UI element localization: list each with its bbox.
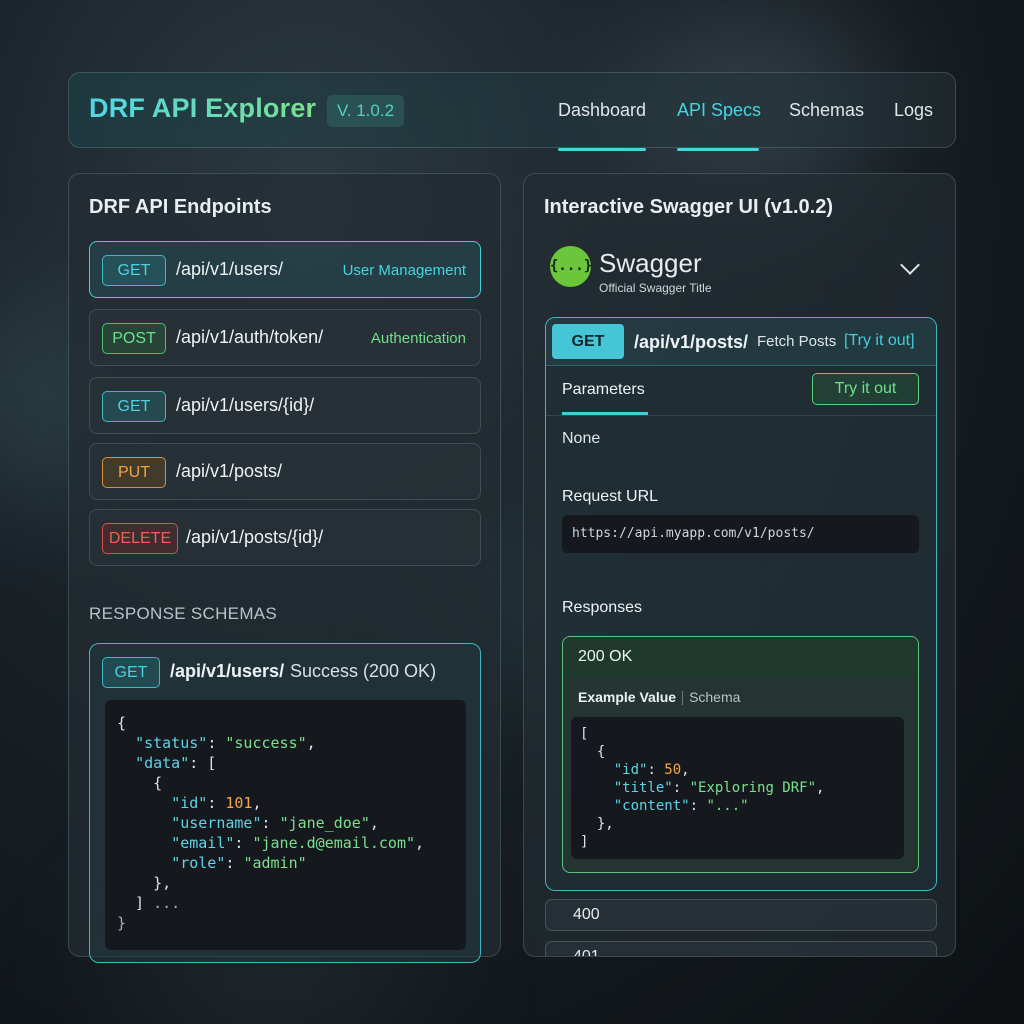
method-badge-get: GET: [552, 324, 624, 359]
tab-parameters[interactable]: Parameters: [562, 381, 645, 399]
responses-label: Responses: [562, 599, 643, 616]
endpoint-post-auth-token[interactable]: POST /api/v1/auth/token/ Authentication: [89, 309, 481, 366]
try-it-out-link[interactable]: [Try it out]: [844, 332, 915, 350]
response-200-header[interactable]: 200 OK: [563, 637, 918, 677]
schema-path: /api/v1/users/: [170, 661, 285, 681]
nav-tab-dashboard[interactable]: Dashboard: [558, 73, 647, 151]
tab-separator: [682, 691, 684, 706]
panel-title: Interactive Swagger UI (v1.0.2): [544, 196, 834, 218]
endpoint-tag: Authentication: [370, 330, 466, 347]
operation-header[interactable]: GET /api/v1/posts/ Fetch Posts [Try it o…: [546, 318, 936, 366]
operation-block: GET /api/v1/posts/ Fetch Posts [Try it o…: [545, 317, 937, 891]
response-401-row[interactable]: 401: [545, 941, 937, 957]
example-tabs: Example Value Schema: [578, 689, 740, 706]
endpoint-get-user-by-id[interactable]: GET /api/v1/users/{id}/: [89, 377, 481, 434]
try-it-out-button[interactable]: Try it out: [812, 373, 919, 405]
swagger-subtitle: Official Swagger Title: [599, 281, 712, 295]
endpoints-panel: DRF API Endpoints GET /api/v1/users/ Use…: [68, 173, 501, 963]
panel-title: DRF API Endpoints: [89, 196, 272, 218]
nav-tab-label: Schemas: [789, 100, 865, 120]
response-400-row[interactable]: 400: [545, 899, 937, 931]
swagger-name: Swagger: [599, 248, 702, 278]
response-schema-card[interactable]: GET /api/v1/users/ Success (200 OK) { "s…: [89, 643, 481, 963]
app-title: DRF API Explorer: [89, 93, 317, 123]
request-url-label: Request URL: [562, 488, 659, 505]
method-badge-delete: DELETE: [102, 523, 178, 554]
endpoint-get-users[interactable]: GET /api/v1/users/ User Management: [89, 241, 481, 298]
section-label-response-schemas: RESPONSE SCHEMAS: [89, 604, 278, 623]
tab-schema[interactable]: Schema: [689, 689, 740, 705]
version-badge: V. 1.0.2: [327, 95, 405, 127]
divider: [546, 415, 936, 416]
method-badge-put: PUT: [102, 457, 166, 488]
chevron-down-icon[interactable]: [900, 255, 920, 275]
response-code: 401: [573, 948, 600, 957]
nav-tab-label: Dashboard: [558, 100, 647, 120]
method-badge-get: GET: [102, 255, 166, 286]
swagger-logo-icon: {...}: [550, 246, 592, 287]
tab-example-value[interactable]: Example Value: [578, 689, 676, 705]
nav-tab-schemas[interactable]: Schemas: [789, 73, 865, 149]
schema-code-block: { "status": "success", "data": [ { "id":…: [105, 700, 466, 950]
endpoint-path: /api/v1/auth/token/: [176, 327, 324, 347]
endpoint-path: /api/v1/posts/{id}/: [186, 527, 324, 547]
response-200-card: 200 OK Example Value Schema [ { "id": 50,…: [562, 636, 919, 873]
endpoint-tag: User Management: [342, 262, 466, 279]
method-badge-get: GET: [102, 391, 166, 422]
nav-underline: [558, 148, 646, 151]
endpoint-delete-post[interactable]: DELETE /api/v1/posts/{id}/: [89, 509, 481, 566]
parameters-value: None: [562, 430, 601, 447]
method-badge-post: POST: [102, 323, 166, 354]
response-code: 400: [573, 906, 600, 923]
response-code: 200 OK: [578, 648, 633, 665]
nav-tab-label: API Specs: [677, 100, 762, 120]
schema-status: Success (200 OK): [290, 661, 437, 681]
swagger-panel: Interactive Swagger UI (v1.0.2) {...} Sw…: [523, 173, 956, 957]
operation-path: /api/v1/posts/: [634, 332, 749, 352]
nav-tab-logs[interactable]: Logs: [894, 73, 936, 149]
request-url-field[interactable]: https://api.myapp.com/v1/posts/: [562, 515, 919, 553]
operation-description: Fetch Posts: [757, 333, 837, 350]
endpoint-path: /api/v1/posts/: [176, 461, 283, 481]
endpoint-put-posts[interactable]: PUT /api/v1/posts/: [89, 443, 481, 500]
app-header: DRF API Explorer V. 1.0.2 Dashboard API …: [68, 72, 956, 151]
nav-tab-label: Logs: [894, 100, 934, 120]
method-badge-get: GET: [102, 657, 160, 688]
example-code-block: [ { "id": 50, "title": "Exploring DRF", …: [571, 717, 904, 859]
nav-tab-api-specs[interactable]: API Specs: [677, 73, 762, 151]
endpoint-path: /api/v1/users/: [176, 259, 284, 279]
nav-underline-active: [677, 148, 759, 151]
endpoint-path: /api/v1/users/{id}/: [176, 395, 315, 415]
